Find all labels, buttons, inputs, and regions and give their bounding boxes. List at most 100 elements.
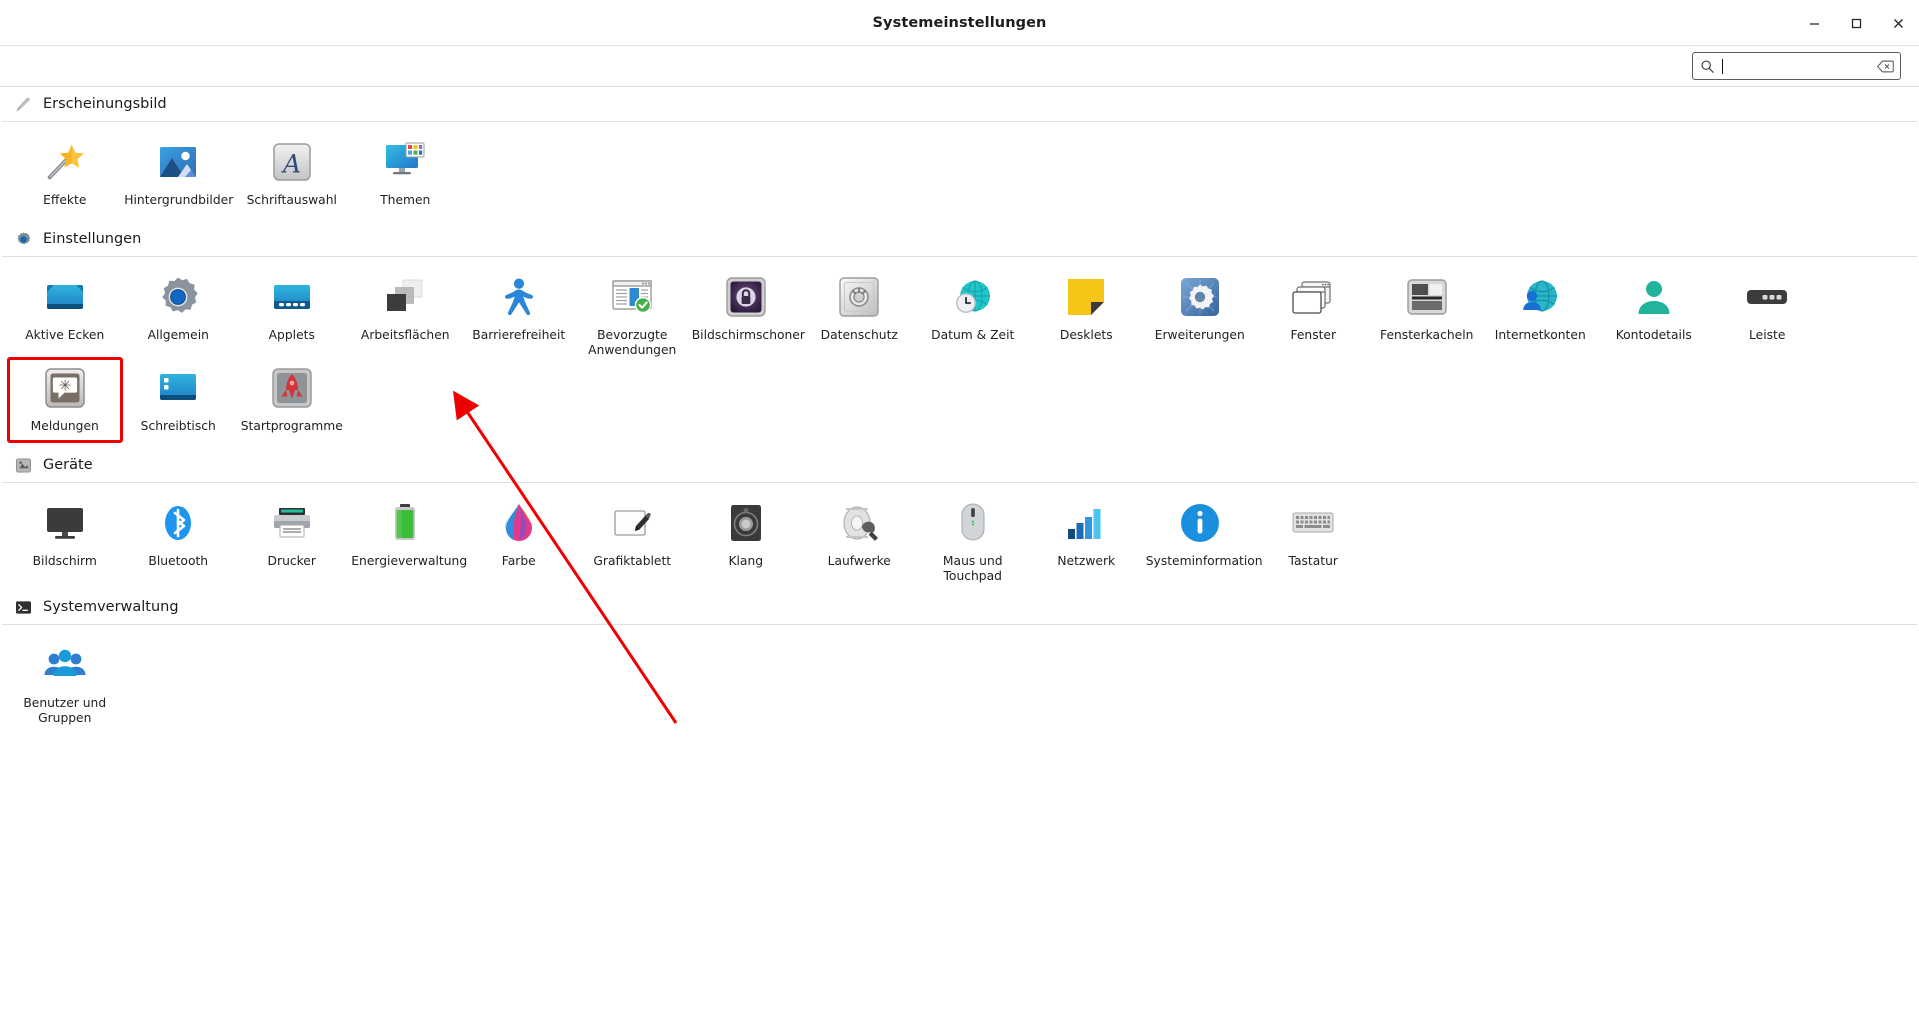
mouse-icon [949,499,997,547]
settings-item-effekte[interactable]: Effekte [8,132,122,216]
panel-bar-icon [1743,273,1791,321]
settings-item-label: Arbeitsflächen [360,328,450,342]
settings-item-tastatur[interactable]: Tastatur [1257,493,1371,584]
settings-item-label: Bildschirmschoner [691,328,805,342]
paintbrush-icon [14,95,32,113]
svg-text:A: A [281,150,301,179]
settings-item-kontodetails[interactable]: Kontodetails [1597,267,1711,358]
settings-item-schriftauswahl[interactable]: A Schriftauswahl [235,132,349,216]
settings-item-internetkonten[interactable]: Internetkonten [1484,267,1598,358]
color-droplet-icon [495,499,543,547]
settings-item-allgemein[interactable]: Allgemein [122,267,236,358]
window-tiling-icon [1403,273,1451,321]
online-accounts-globe-icon [1516,273,1564,321]
settings-item-label: Drucker [267,554,316,568]
settings-item-label: Schreibtisch [140,419,216,433]
settings-item-farbe[interactable]: Farbe [462,493,576,584]
settings-item-label: Energieverwaltung [351,554,468,568]
maximize-button[interactable] [1845,12,1867,34]
settings-item-laufwerke[interactable]: Laufwerke [803,493,917,584]
settings-item-hintergrundbilder[interactable]: Hintergrundbilder [122,132,236,216]
gear-icon [14,230,32,248]
settings-item-datenschutz[interactable]: Datenschutz [803,267,917,358]
battery-icon [381,499,429,547]
settings-item-label: Barrierefreiheit [472,328,566,342]
settings-item-aktive-ecken[interactable]: Aktive Ecken [8,267,122,358]
settings-item-bildschirmschoner[interactable]: Bildschirmschoner [689,267,805,358]
settings-item-systeminformation[interactable]: Systeminformation [1143,493,1263,584]
globe-clock-icon [949,273,997,321]
settings-item-label: Meldungen [30,419,99,433]
users-groups-icon [41,641,89,689]
settings-item-label: Leiste [1749,328,1786,342]
settings-item-drucker[interactable]: Drucker [235,493,349,584]
settings-item-leiste[interactable]: Leiste [1711,267,1825,358]
graphics-tablet-pen-icon [608,499,656,547]
minimize-button[interactable] [1803,12,1825,34]
settings-item-netzwerk[interactable]: Netzwerk [1030,493,1144,584]
window-title: Systemeinstellungen [872,14,1047,31]
settings-item-bildschirm[interactable]: Bildschirm [8,493,122,584]
close-button[interactable] [1887,12,1909,34]
hot-corners-screen-icon [41,273,89,321]
preferred-applications-icon [608,273,656,321]
bluetooth-icon [154,499,202,547]
settings-item-label: Startprogramme [240,419,343,433]
settings-item-label: Datum & Zeit [931,328,1015,342]
settings-item-label: Hintergrundbilder [124,193,234,207]
settings-item-startprogramme[interactable]: Startprogramme [235,358,349,442]
clear-search-icon[interactable] [1877,60,1894,73]
settings-item-label: Grafiktablett [593,554,672,568]
magic-wand-icon [41,138,89,186]
devices-icon [14,456,32,474]
settings-item-label: Applets [268,328,315,342]
settings-item-schreibtisch[interactable]: Schreibtisch [122,358,236,442]
settings-item-arbeitsflaechen[interactable]: Arbeitsflächen [349,267,463,358]
title-bar: Systemeinstellungen [0,0,1919,46]
search-box[interactable] [1692,52,1901,80]
settings-item-label: Fensterkacheln [1380,328,1474,342]
settings-item-label: Laufwerke [827,554,891,568]
startup-rocket-icon [268,364,316,412]
settings-item-label: Effekte [43,193,87,207]
settings-item-label: Bluetooth [148,554,209,568]
settings-item-label: Datenschutz [820,328,898,342]
settings-item-benutzer-und-gruppen[interactable]: Benutzer und Gruppen [8,635,122,726]
windows-stack-icon [1289,273,1337,321]
settings-item-label: Tastatur [1288,554,1338,568]
settings-item-desklets[interactable]: Desklets [1030,267,1144,358]
settings-item-datum-zeit[interactable]: Datum & Zeit [916,267,1030,358]
settings-item-label: Erweiterungen [1154,328,1245,342]
section-title: Systemverwaltung [43,599,179,615]
settings-item-meldungen[interactable]: ✳ Meldungen [7,357,123,443]
settings-item-klang[interactable]: Klang [689,493,803,584]
settings-item-label: Netzwerk [1057,554,1116,568]
settings-item-fensterkacheln[interactable]: Fensterkacheln [1370,267,1484,358]
settings-item-label: Fenster [1290,328,1337,342]
settings-item-maus-und-touchpad[interactable]: Maus und Touchpad [916,493,1030,584]
desktop-icons-icon [154,364,202,412]
section-grid-einstellungen: Aktive Ecken Allgemein Applets Arbeitsfl… [0,257,1919,448]
notifications-bubble-icon: ✳ [41,364,89,412]
settings-item-energieverwaltung[interactable]: Energieverwaltung [349,493,468,584]
search-icon [1700,59,1715,74]
section-title: Einstellungen [43,231,142,247]
settings-item-grafiktablett[interactable]: Grafiktablett [576,493,690,584]
settings-item-bluetooth[interactable]: Bluetooth [122,493,236,584]
settings-item-barrierefreiheit[interactable]: Barrierefreiheit [462,267,576,358]
settings-item-fenster[interactable]: Fenster [1257,267,1371,358]
privacy-safe-icon [835,273,883,321]
svg-text:✳: ✳ [58,377,71,395]
settings-item-erweiterungen[interactable]: Erweiterungen [1143,267,1257,358]
info-circle-icon [1176,499,1224,547]
settings-item-bevorzugte-anwendungen[interactable]: Bevorzugte Anwendungen [576,267,690,358]
section-geraete: Geräte Bildschirm Bluetooth Drucker Ener… [0,448,1919,590]
section-title: Erscheinungsbild [43,96,167,112]
font-letter-a-icon: A [268,138,316,186]
settings-item-applets[interactable]: Applets [235,267,349,358]
account-person-icon [1630,273,1678,321]
workspaces-squares-icon [381,273,429,321]
monitor-theme-icon [381,138,429,186]
settings-item-themen[interactable]: Themen [349,132,463,216]
settings-item-label: Farbe [501,554,536,568]
